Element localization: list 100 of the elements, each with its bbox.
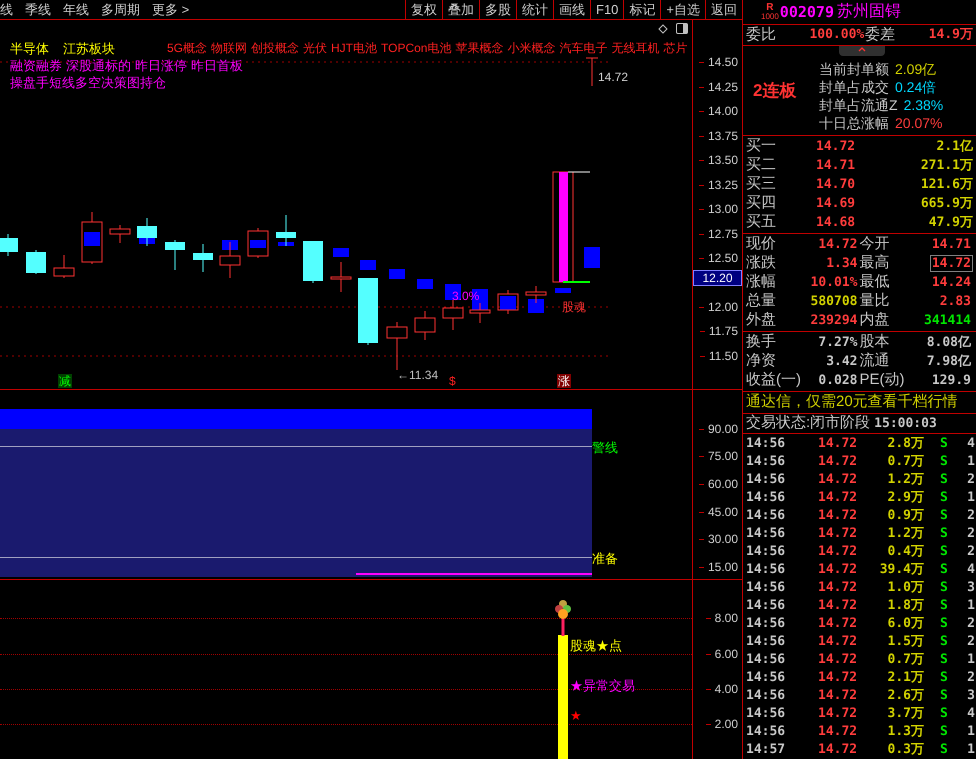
tick-side: S [939, 741, 949, 759]
indicator-block [360, 260, 376, 270]
toolbar-button[interactable]: +自选 [660, 0, 705, 19]
quote-label: 最低 [860, 272, 890, 292]
bid-label: 买一 [746, 136, 777, 156]
concept-tag: 苹果概念 [455, 40, 504, 57]
axis-label: 14.00 [708, 103, 738, 119]
bid-label: 买三 [746, 174, 777, 194]
toolbar-button[interactable]: F10 [590, 0, 624, 19]
toolbar-button[interactable]: 复权 [405, 0, 442, 19]
panel-toggle-icon[interactable] [676, 23, 688, 34]
toolbar-button[interactable]: 返回 [705, 0, 742, 19]
bid-volume: 2.1亿 [936, 138, 973, 156]
candlestick [137, 218, 157, 246]
period-tab[interactable]: 多周期 [101, 0, 140, 20]
toolbar-button[interactable]: 统计 [516, 0, 553, 19]
candlestick [26, 250, 46, 274]
tick-count: 3 [967, 579, 976, 598]
stock-name: 苏州固锝 [836, 2, 901, 22]
period-tab[interactable]: 季线 [25, 0, 51, 20]
quote-value: 14.71 [930, 236, 972, 253]
tick-time: 14:56 [746, 705, 786, 724]
low-price-label: ←11.34 [397, 367, 438, 384]
period-tab[interactable]: 年线 [63, 0, 89, 20]
tick-volume: 2.8万 [886, 435, 924, 454]
axis-label: 13.25 [708, 177, 738, 193]
quote-label: 涨跌 [746, 253, 776, 274]
tick-price: 14.72 [818, 651, 858, 670]
axis-label: 12.75 [708, 226, 738, 242]
field-label: 委差 [865, 24, 896, 45]
candlestick [358, 278, 378, 346]
tick-volume: 2.6万 [886, 687, 924, 706]
indicator-block [417, 279, 433, 289]
candlestick [276, 214, 296, 246]
tick-price: 14.72 [818, 633, 858, 652]
chevron-up-icon [858, 46, 866, 52]
tick-count: 2 [967, 615, 976, 634]
period-tab[interactable]: 线 [0, 0, 13, 20]
bid-price: 14.69 [816, 194, 856, 213]
tick-side: S [939, 669, 949, 688]
indicator-block [528, 299, 544, 313]
tick-volume: 0.7万 [886, 651, 924, 670]
sector-tag: 半导体 [10, 40, 49, 57]
indicator-block [250, 240, 266, 248]
tick-count: 4 [967, 435, 976, 454]
stat-value: 2.38% [904, 96, 944, 114]
tick-price: 14.72 [818, 525, 858, 544]
current-price-label: 12.20 [693, 270, 742, 286]
tick-side: S [939, 525, 949, 544]
tick-count: 1 [967, 453, 976, 472]
fundamental-label: 流通 [860, 351, 890, 372]
tick-count: 2 [967, 669, 976, 688]
tick-count: 2 [967, 633, 976, 652]
streak-label: 2连板 [752, 80, 798, 102]
tick-side: S [939, 651, 949, 670]
promo-link[interactable]: 通达信，仅需20元查看千档行情 [746, 391, 958, 414]
tick-count: 1 [967, 489, 976, 508]
balloons-icon [554, 599, 572, 636]
diamond-icon[interactable] [658, 24, 668, 34]
toolbar-button[interactable]: 标记 [623, 0, 660, 19]
toolbar-button[interactable]: 叠加 [442, 0, 479, 19]
tick-time: 14:56 [746, 687, 786, 706]
tick-count: 2 [967, 543, 976, 562]
candlestick [193, 244, 213, 272]
toolbar-button[interactable]: 多股 [479, 0, 516, 19]
axis-label: 14.25 [708, 79, 738, 95]
candlestick [470, 302, 490, 324]
tick-volume: 6.0万 [886, 615, 924, 634]
tick-volume: 0.9万 [886, 507, 924, 526]
axis-label: 90.00 [708, 421, 738, 437]
tick-side: S [939, 579, 949, 598]
indicator-block [333, 248, 349, 257]
fundamental-value: 3.42 [825, 352, 858, 371]
quote-value: 580708 [810, 293, 858, 310]
warning-label: 警线 [592, 439, 618, 457]
fundamental-label: 换手 [746, 332, 776, 352]
tick-side: S [939, 543, 949, 562]
fundamental-label: 收益(一) [746, 370, 801, 390]
toolbar-button[interactable]: 画线 [553, 0, 590, 19]
tick-count: 2 [967, 471, 976, 490]
tick-volume: 1.8万 [886, 597, 924, 616]
quote-value: 14.72 [930, 255, 973, 272]
tick-volume: 1.2万 [886, 525, 924, 544]
tick-time: 14:56 [746, 615, 786, 634]
strategy-label: 操盘手短线多空决策图持仓 [10, 74, 166, 91]
axis-label: 15.00 [708, 559, 738, 575]
candlestick [386, 322, 408, 370]
axis-label: 13.00 [708, 201, 738, 217]
signal-label: ★异常交易 [570, 677, 635, 695]
attribute-tag: 昨日涨停 [135, 57, 187, 74]
ready-label: 准备 [592, 550, 618, 568]
concept-tag: TOPCon电池 [381, 40, 452, 57]
period-tab[interactable]: 更多 > [152, 0, 190, 20]
indicator-block [84, 232, 100, 246]
tick-price: 14.72 [818, 741, 858, 759]
axis-label: 13.50 [708, 152, 738, 168]
concept-tag: 小米概念 [507, 40, 556, 57]
quote-label: 总量 [746, 291, 776, 312]
candlestick [414, 310, 436, 340]
tick-count: 4 [967, 561, 976, 580]
